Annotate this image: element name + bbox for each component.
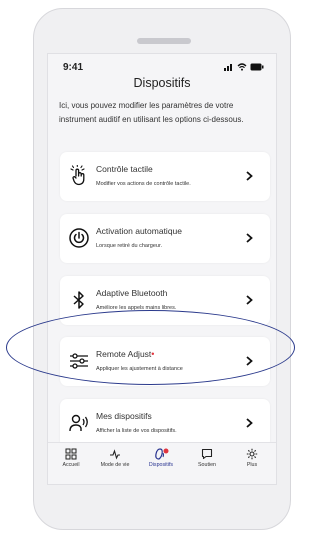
- app-screen: 9:41 Dispositifs Ici, vous pouvez modifi…: [47, 53, 277, 485]
- card-title: Activation automatique: [96, 226, 182, 236]
- intro-text: Ici, vous pouvez modifier les paramètres…: [59, 101, 244, 124]
- page-title: Dispositifs: [133, 76, 191, 90]
- chevron-right-icon: [246, 295, 253, 305]
- power-icon: [69, 228, 89, 248]
- gear-icon: [246, 448, 258, 460]
- touch-hand-icon: [70, 165, 85, 186]
- nav-label: Dispositifs: [148, 462, 174, 468]
- card-controle-tactile[interactable]: Contrôle tactile Modifier vos actions de…: [60, 152, 270, 201]
- battery-icon: [250, 63, 264, 71]
- card-description: Appliquer les ajustement à distance: [96, 366, 183, 372]
- signal-icon: [224, 64, 232, 71]
- card-title: Mes dispositifs: [96, 411, 152, 421]
- nav-label: Accueil: [62, 462, 80, 468]
- nav-accueil[interactable]: Accueil: [51, 448, 91, 468]
- chevron-right-icon: [246, 233, 253, 243]
- sliders-icon: [70, 353, 88, 369]
- card-title: Contrôle tactile: [96, 164, 153, 174]
- nav-plus[interactable]: Plus: [232, 448, 272, 468]
- chevron-right-icon: [246, 171, 253, 181]
- phone-speaker: [137, 38, 191, 44]
- card-mes-dispositifs[interactable]: Mes dispositifs Afficher la liste de vos…: [60, 399, 270, 448]
- chat-icon: [201, 448, 213, 460]
- grid-icon: [65, 448, 77, 460]
- bluetooth-icon: [73, 291, 84, 309]
- card-title: Remote Adjust•: [96, 349, 154, 359]
- nav-mode-de-vie[interactable]: Mode de vie: [95, 448, 135, 468]
- card-description: Modifier vos actions de contrôle tactile…: [96, 181, 191, 187]
- phone-frame: 9:41 Dispositifs Ici, vous pouvez modifi…: [33, 8, 291, 530]
- card-activation-automatique[interactable]: Activation automatique Lorsque retiré du…: [60, 214, 270, 263]
- card-description: Améliore les appels mains libres.: [96, 305, 177, 311]
- card-title: Adaptive Bluetooth: [96, 288, 168, 298]
- nav-label: Soutien: [198, 462, 216, 468]
- chevron-right-icon: [246, 356, 253, 366]
- nav-label: Plus: [246, 462, 258, 468]
- status-time: 9:41: [63, 62, 84, 73]
- wifi-icon: [237, 63, 247, 71]
- notification-dot: •: [151, 349, 155, 359]
- nav-dispositifs[interactable]: Dispositifs: [141, 448, 181, 468]
- status-bar: 9:41: [60, 62, 264, 76]
- bottom-navigation: Accueil Mode de vie Dispositifs Soutien …: [48, 442, 276, 484]
- card-adaptive-bluetooth[interactable]: Adaptive Bluetooth Améliore les appels m…: [60, 276, 270, 325]
- nav-soutien[interactable]: Soutien: [187, 448, 227, 468]
- chevron-right-icon: [246, 418, 253, 428]
- card-description: Afficher la liste de vos dispositifs.: [96, 428, 177, 434]
- status-icons: [224, 63, 264, 71]
- card-description: Lorsque retiré du chargeur.: [96, 243, 163, 249]
- hearing-devices-icon: [69, 414, 88, 432]
- card-remote-adjust[interactable]: Remote Adjust• Appliquer les ajustement …: [60, 337, 270, 386]
- nav-label: Mode de vie: [100, 462, 130, 468]
- activity-icon: [110, 449, 120, 460]
- card-title-text: Remote Adjust: [96, 349, 152, 359]
- hearing-aid-icon: [155, 448, 169, 460]
